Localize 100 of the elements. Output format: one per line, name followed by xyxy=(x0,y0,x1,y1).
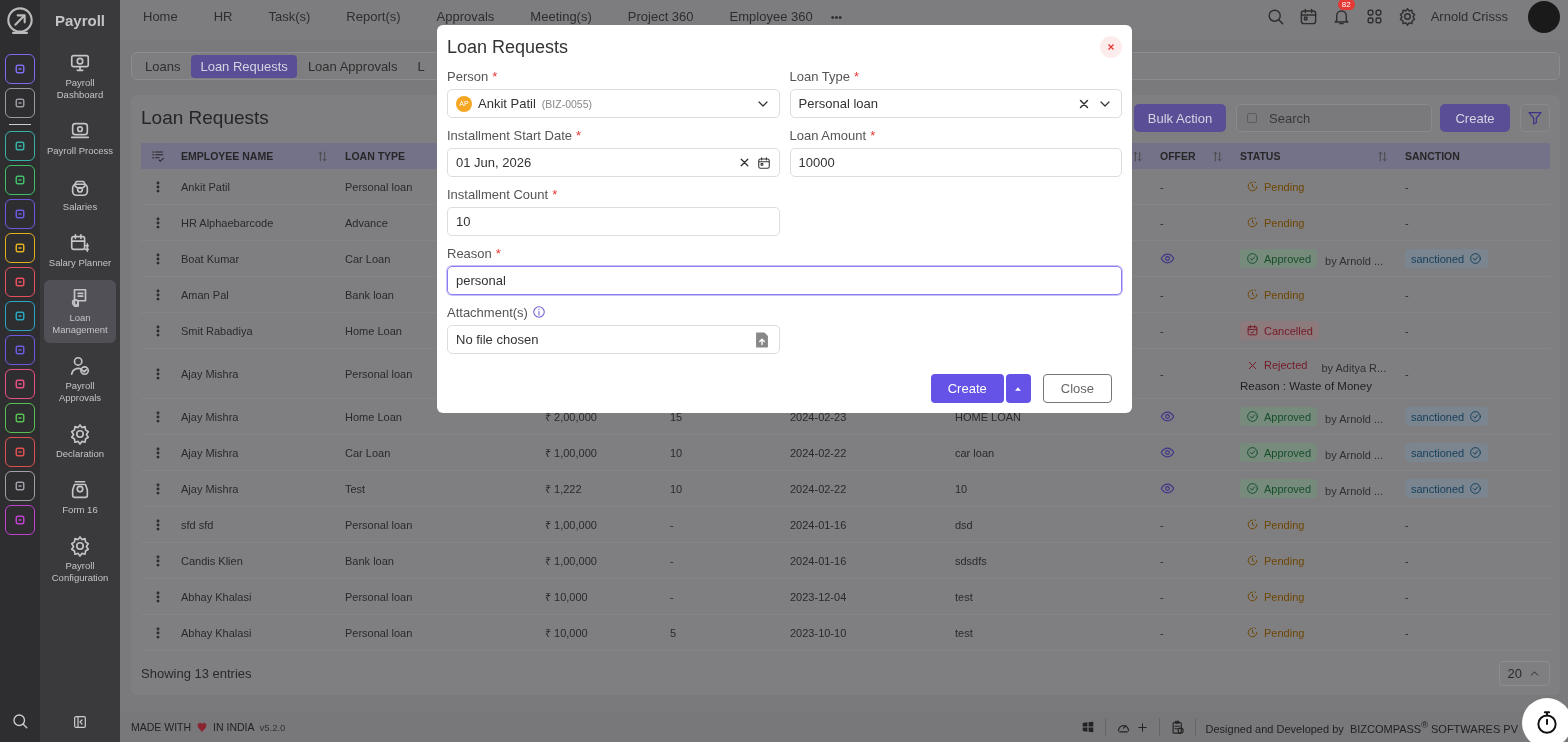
table-cell: ₹ 10,000 xyxy=(535,578,660,615)
sidebar-item[interactable]: Form 16 xyxy=(44,471,116,523)
logo-icon[interactable] xyxy=(6,6,34,34)
calendar-icon[interactable] xyxy=(756,155,771,170)
create-button[interactable]: Create xyxy=(930,374,1004,403)
bulk-action-button[interactable]: Bulk Action xyxy=(1134,104,1226,132)
sidebar-item[interactable]: Payroll Dashboard xyxy=(44,45,116,108)
table-cell: - xyxy=(1405,590,1409,603)
table-cell: 2024-01-16 xyxy=(780,542,945,579)
table-cell: - xyxy=(660,578,780,615)
nav-link[interactable]: Meeting(s) xyxy=(530,9,592,24)
sidebar-item[interactable]: Payroll Configuration xyxy=(44,527,116,591)
view-icon[interactable] xyxy=(1160,481,1175,496)
module-icon[interactable] xyxy=(5,54,35,84)
view-icon[interactable] xyxy=(1160,409,1175,424)
table-cell: Ajay Mishra xyxy=(171,434,335,471)
calendar-check-icon xyxy=(1246,324,1259,337)
table-cell: - xyxy=(1405,518,1409,531)
sidebar-item[interactable]: Loan Management xyxy=(44,280,116,344)
info-icon[interactable] xyxy=(531,305,546,319)
nav-link[interactable]: Task(s) xyxy=(268,9,311,24)
nav-link[interactable]: HR xyxy=(213,9,233,24)
clipboard-icon[interactable] xyxy=(1169,719,1185,735)
sidebar-item[interactable]: Declaration xyxy=(44,415,116,467)
nav-link[interactable]: Employee 360 xyxy=(729,9,813,24)
approver-text: by Arnold ... xyxy=(1325,449,1384,461)
nav-link[interactable]: Project 360 xyxy=(627,9,694,24)
search-field[interactable]: Search xyxy=(1236,104,1432,132)
create-button[interactable]: Create xyxy=(1440,104,1510,132)
nav-link[interactable]: Approvals xyxy=(436,9,495,24)
table-cell: 2023-10-10 xyxy=(780,614,945,651)
collapse-icon[interactable] xyxy=(72,714,88,730)
more-button[interactable]: ••• xyxy=(830,10,843,23)
dropdown-button[interactable] xyxy=(1005,374,1031,403)
tab[interactable]: L xyxy=(408,54,434,78)
module-icon[interactable] xyxy=(5,233,35,263)
close-button[interactable]: Close xyxy=(1042,374,1112,403)
sidebar-item[interactable]: Salary Planner xyxy=(44,224,116,276)
module-icon[interactable] xyxy=(5,301,35,331)
user-name[interactable]: Arnold Crisss xyxy=(1430,9,1508,24)
required-mark: * xyxy=(854,68,860,84)
table-cell: - xyxy=(1160,216,1164,229)
input-field[interactable]: personal xyxy=(447,266,1122,295)
filter-icon xyxy=(1527,110,1543,126)
view-icon[interactable] xyxy=(1160,251,1175,266)
table-cell: dsd xyxy=(945,506,1150,543)
approver-text: by Aditya R... xyxy=(1321,361,1387,374)
tray-icon xyxy=(69,478,91,501)
module-icon[interactable] xyxy=(5,369,35,399)
status-label: Pending xyxy=(1264,590,1305,603)
footer-text: MADE WITH xyxy=(131,721,192,733)
filter-button[interactable] xyxy=(1520,104,1550,132)
tab[interactable]: Loan Approvals xyxy=(298,54,407,78)
input-field[interactable]: 10 xyxy=(447,207,780,236)
status-label: Cancelled xyxy=(1264,324,1313,337)
table-cell: - xyxy=(1160,288,1164,301)
module-icon[interactable] xyxy=(5,471,35,501)
required-mark: * xyxy=(495,245,501,261)
status-label: Pending xyxy=(1264,554,1305,567)
loan-type-select[interactable]: Personal loan xyxy=(789,89,1122,118)
search-icon[interactable] xyxy=(11,712,29,730)
table-cell: - xyxy=(1160,367,1164,380)
avatar[interactable] xyxy=(1528,0,1560,33)
date-field[interactable]: 01 Jun, 2026 xyxy=(447,148,780,177)
table-cell: Ajay Mishra xyxy=(171,398,335,435)
plus-icon[interactable] xyxy=(1135,720,1149,734)
settings-icon[interactable] xyxy=(1397,7,1417,26)
tab[interactable]: Loans xyxy=(136,54,190,78)
sidebar-item[interactable]: Salaries xyxy=(44,168,116,220)
view-icon[interactable] xyxy=(1160,445,1175,460)
sort-icon[interactable] xyxy=(1131,150,1144,163)
module-icon[interactable] xyxy=(5,267,35,297)
required-mark: * xyxy=(492,68,498,84)
check-circle-icon xyxy=(1246,252,1259,265)
stopwatch-icon[interactable] xyxy=(1534,710,1560,736)
input-field[interactable]: 10000 xyxy=(789,148,1122,177)
module-icon[interactable] xyxy=(5,131,35,161)
tab[interactable]: Loan Requests xyxy=(191,54,297,78)
table-cell: - xyxy=(1160,324,1164,337)
module-icon[interactable] xyxy=(5,88,35,118)
sidebar-item[interactable]: Payroll Process xyxy=(44,112,116,164)
nav-link[interactable]: Home xyxy=(143,9,178,24)
close-button[interactable] xyxy=(1100,36,1122,58)
file-input[interactable]: No file chosen xyxy=(447,325,780,354)
sanction-label: sanctioned xyxy=(1411,410,1465,423)
columns-icon[interactable] xyxy=(151,149,165,163)
check-circle-icon xyxy=(1246,410,1259,423)
table-cell: ₹ 1,00,000 xyxy=(535,434,660,471)
module-icon[interactable] xyxy=(5,437,35,467)
windows-icon[interactable] xyxy=(1080,720,1095,734)
clock-icon xyxy=(1246,590,1259,603)
check-circle-icon xyxy=(1246,482,1259,495)
module-icon[interactable] xyxy=(5,505,35,535)
sidebar-item[interactable]: Payroll Approvals xyxy=(44,348,116,411)
nav-link[interactable]: Report(s) xyxy=(346,9,401,24)
entries-summary: Showing 13 entries xyxy=(141,665,252,681)
module-icon[interactable] xyxy=(5,403,35,433)
page-size-select[interactable]: 20 xyxy=(1498,660,1550,686)
apps-icon[interactable] xyxy=(1364,7,1384,26)
module-icon[interactable] xyxy=(5,165,35,195)
